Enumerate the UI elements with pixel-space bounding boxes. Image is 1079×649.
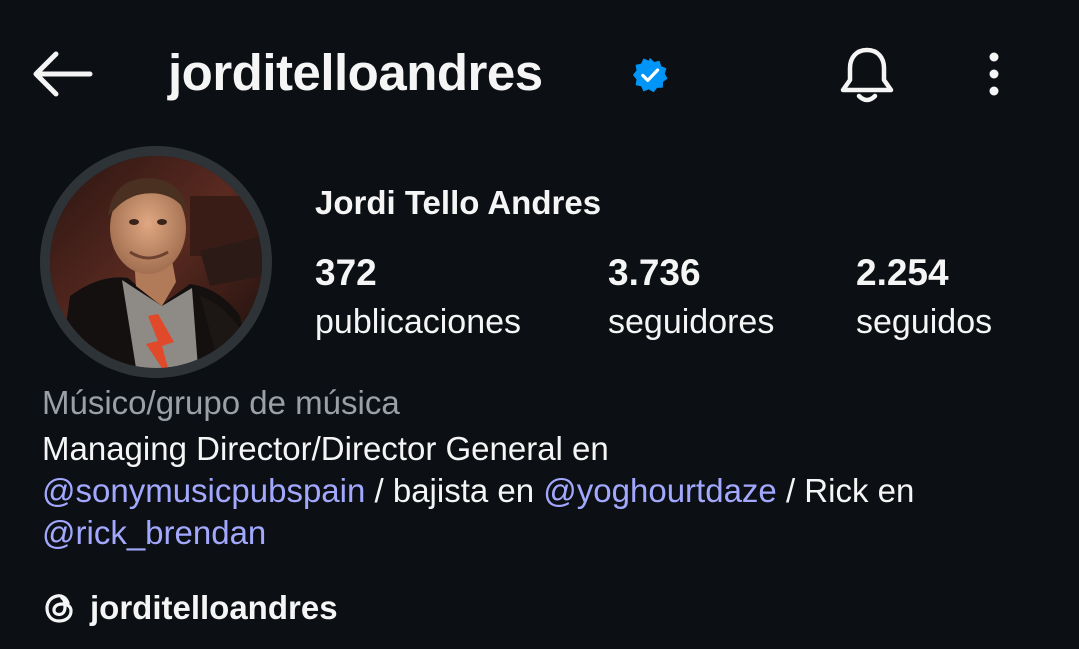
followers-stat[interactable]: 3.736 seguidores (608, 250, 774, 344)
mention-link-sonymusicpubspain[interactable]: @sonymusicpubspain (42, 472, 365, 509)
threads-mention-icon: @ (543, 472, 577, 509)
mention-link-yoghourtdaze[interactable]: @yoghourtdaze (543, 472, 776, 509)
mention-link-rick-brendan[interactable]: @rick_brendan (42, 514, 266, 551)
threads-mention-icon: @ (42, 472, 76, 509)
followers-label: seguidores (608, 303, 775, 341)
following-count: 2.254 (856, 252, 949, 293)
verified-badge-icon (632, 57, 668, 93)
threads-username: jorditelloandres (90, 589, 338, 626)
back-button[interactable] (30, 50, 94, 98)
more-vertical-icon (989, 52, 999, 96)
mention-text: sonymusicpubspain (75, 472, 366, 509)
profile-category: Músico/grupo de música (42, 384, 400, 421)
page-title: jorditelloandres (168, 44, 543, 101)
profile-bio: Managing Director/Director General en @s… (42, 428, 1052, 554)
threads-icon (45, 594, 73, 623)
bio-line-3: @rick_brendan (42, 512, 1052, 554)
arrow-left-icon (33, 51, 93, 97)
threads-mention-icon: @ (42, 514, 76, 551)
following-label: seguidos (856, 303, 993, 341)
mention-text: rick_brendan (75, 514, 267, 551)
bio-line-1: Managing Director/Director General en (42, 430, 609, 467)
avatar[interactable] (50, 156, 262, 368)
notifications-button[interactable] (838, 44, 896, 106)
threads-profile-link[interactable]: jorditelloandres (42, 586, 338, 630)
posts-label: publicaciones (315, 303, 522, 341)
bio-text: / bajista en (365, 472, 544, 509)
profile-page: jorditelloandres Jordi Tello Andres 372 … (0, 0, 1079, 649)
mention-text: yoghourtdaze (576, 472, 777, 509)
posts-count: 372 (315, 252, 377, 293)
bio-line-2: @sonymusicpubspain / bajista en @yoghour… (42, 470, 1052, 512)
bell-icon (840, 47, 894, 103)
profile-full-name: Jordi Tello Andres (315, 184, 602, 221)
avatar-story-ring[interactable] (40, 146, 272, 378)
posts-stat[interactable]: 372 publicaciones (315, 250, 521, 344)
following-stat[interactable]: 2.254 seguidos (856, 250, 992, 344)
more-options-button[interactable] (978, 50, 1010, 100)
followers-count: 3.736 (608, 252, 701, 293)
bio-text: / Rick en (776, 472, 915, 509)
